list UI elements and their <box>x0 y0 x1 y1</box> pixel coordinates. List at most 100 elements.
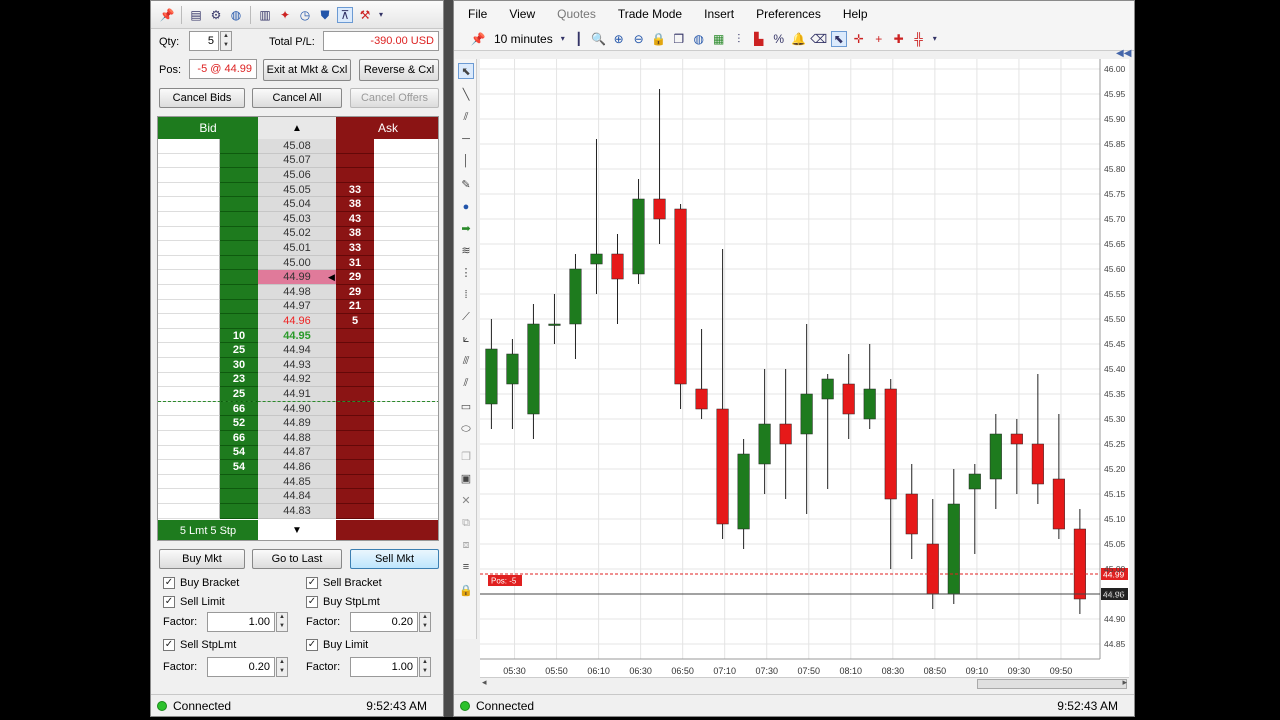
ask-order-cell[interactable] <box>374 460 438 475</box>
bid-order-cell[interactable] <box>158 445 220 461</box>
cursor-icon[interactable]: ⬉ <box>830 30 847 47</box>
speed-lines-icon[interactable]: ⫻ <box>458 353 474 369</box>
ask-order-cell[interactable] <box>374 373 438 388</box>
qty-spinner[interactable]: ▲ ▼ <box>220 31 232 51</box>
bid-size-cell[interactable]: 30 <box>220 358 258 373</box>
ladder-row[interactable]: 45.03 43 <box>158 212 438 227</box>
bid-size-cell[interactable] <box>220 168 258 183</box>
price-ladder[interactable]: Bid ▲ Ask 45.08 45.07 45.06 45.05 33 45.04 38 4… <box>157 116 439 541</box>
ask-order-cell[interactable] <box>374 358 438 373</box>
price-cell[interactable]: 44.84 <box>258 489 336 504</box>
ask-order-cell[interactable] <box>374 285 438 300</box>
ask-size-cell[interactable] <box>336 343 374 358</box>
ask-size-cell[interactable] <box>336 387 374 402</box>
ask-order-cell[interactable] <box>374 168 438 183</box>
chevron-down-icon[interactable]: ▾ <box>377 7 385 23</box>
bid-order-cell[interactable] <box>158 182 220 198</box>
bid-order-cell[interactable] <box>158 431 220 446</box>
ask-header[interactable]: Ask <box>336 117 438 139</box>
period-selector[interactable]: 10 minutes <box>494 32 553 46</box>
crosshair-icon[interactable]: ✛ <box>851 31 867 47</box>
bid-order-cell[interactable] <box>158 255 220 271</box>
qty-input[interactable]: 5 <box>189 31 219 51</box>
price-cell[interactable]: 45.03 <box>258 212 336 227</box>
ask-order-cell[interactable] <box>374 314 438 329</box>
group-icon[interactable]: ⧉ <box>458 515 474 531</box>
indicator-icon[interactable]: ▦ <box>711 31 727 47</box>
price-cell[interactable]: 44.89 <box>258 416 336 431</box>
bid-size-cell[interactable]: 25 <box>220 387 258 402</box>
factor-spinner-1[interactable]: ▲ ▼ <box>276 612 288 632</box>
ladder-row[interactable]: 44.97 21 <box>158 299 438 315</box>
bid-size-cell[interactable]: 54 <box>220 445 258 461</box>
vertical-line-icon[interactable]: │ <box>458 153 474 169</box>
ask-order-cell[interactable] <box>374 387 438 402</box>
ladder-row[interactable]: 10 44.95 <box>158 328 438 344</box>
bid-size-cell[interactable] <box>220 241 258 256</box>
zoom-out-icon[interactable]: ⊖ <box>631 31 647 47</box>
globe-icon[interactable]: ◍ <box>228 7 244 23</box>
ask-size-cell[interactable]: 5 <box>336 314 374 329</box>
factor-input-2[interactable]: 0.20 <box>350 612 418 632</box>
bid-size-cell[interactable]: 66 <box>220 401 258 417</box>
tools-icon[interactable]: ⚒ <box>357 7 373 23</box>
ask-order-cell[interactable] <box>374 212 438 227</box>
buy-stplmt-checkbox[interactable]: ✓ Buy StpLmt <box>306 596 380 608</box>
ask-order-cell[interactable] <box>374 241 438 256</box>
eraser-icon[interactable]: ⌫ <box>810 31 827 47</box>
bid-order-cell[interactable] <box>158 416 220 431</box>
ladder-row[interactable]: 23 44.92 <box>158 372 438 388</box>
bid-size-cell[interactable] <box>220 226 258 242</box>
price-cell[interactable]: 45.01 <box>258 241 336 256</box>
zoom-icon[interactable]: 🔍 <box>591 31 607 47</box>
ask-size-cell[interactable] <box>336 460 374 475</box>
bid-order-cell[interactable] <box>158 328 220 344</box>
ask-order-cell[interactable] <box>374 154 438 169</box>
chart-icon[interactable]: ▥ <box>257 7 273 23</box>
bid-size-cell[interactable]: 10 <box>220 328 258 344</box>
clock-icon[interactable]: ◷ <box>297 7 313 23</box>
bid-size-cell[interactable] <box>220 255 258 271</box>
ask-order-cell[interactable] <box>374 475 438 490</box>
bid-size-cell[interactable]: 25 <box>220 343 258 358</box>
buy-bracket-checkbox[interactable]: ✓ Buy Bracket <box>163 577 239 589</box>
sell-limit-checkbox[interactable]: ✓ Sell Limit <box>163 596 225 608</box>
ask-order-cell[interactable] <box>374 139 438 154</box>
ladder-row[interactable]: 45.05 33 <box>158 182 438 198</box>
ungroup-icon[interactable]: ⧈ <box>458 537 474 553</box>
price-cell[interactable]: 45.05 <box>258 182 336 198</box>
scroll-right-arrow-icon[interactable]: ▸ <box>1122 677 1127 688</box>
ask-order-cell[interactable] <box>374 197 438 212</box>
note-icon[interactable]: ✎ <box>458 177 474 193</box>
fib-extension-icon[interactable]: ⁞ <box>458 287 474 303</box>
ellipse-icon[interactable]: ⬭ <box>458 421 474 437</box>
bid-size-cell[interactable] <box>220 182 258 198</box>
ladder-row[interactable]: 45.04 38 <box>158 197 438 212</box>
bid-size-cell[interactable]: 66 <box>220 431 258 446</box>
ask-size-cell[interactable] <box>336 358 374 373</box>
rectangle-icon[interactable]: ▭ <box>458 399 474 415</box>
factor-input-1[interactable]: 1.00 <box>207 612 275 632</box>
delete-icon[interactable]: ✕ <box>458 493 474 509</box>
ladder-row[interactable]: 44.85 <box>158 474 438 490</box>
price-cell[interactable]: 45.02 <box>258 226 336 242</box>
channel-icon[interactable]: ⫽ <box>458 109 474 125</box>
ladder-row[interactable]: 44.96 5 <box>158 314 438 329</box>
ask-order-cell[interactable] <box>374 489 438 504</box>
bid-order-cell[interactable] <box>158 139 220 154</box>
bid-size-cell[interactable] <box>220 474 258 490</box>
ask-size-cell[interactable]: 38 <box>336 226 374 242</box>
ladder-row[interactable]: 66 44.88 <box>158 431 438 446</box>
price-cell[interactable]: 44.96 <box>258 314 336 329</box>
ask-size-cell[interactable] <box>336 139 374 154</box>
ask-size-cell[interactable]: 29 <box>336 270 374 285</box>
ask-size-cell[interactable] <box>336 372 374 388</box>
bid-size-cell[interactable] <box>220 139 258 154</box>
pin-icon[interactable]: 📌 <box>470 31 486 47</box>
price-cell[interactable]: 45.08 <box>258 139 336 154</box>
scroll-down-icon[interactable]: ▼ <box>258 520 336 540</box>
bid-size-cell[interactable]: 52 <box>220 416 258 431</box>
menu-quotes[interactable]: Quotes <box>557 7 596 21</box>
ask-size-cell[interactable] <box>336 489 374 504</box>
ladder-row[interactable]: 45.06 <box>158 168 438 183</box>
